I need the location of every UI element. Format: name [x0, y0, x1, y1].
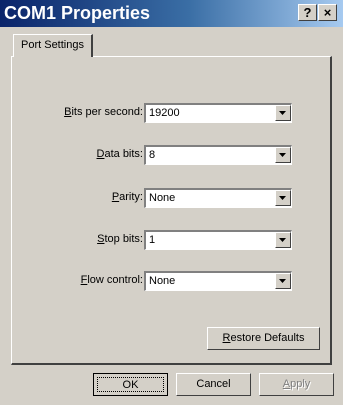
flow-control-select[interactable]: None	[144, 271, 292, 291]
bits-per-second-value: 19200	[149, 107, 180, 119]
help-button[interactable]: ?	[298, 4, 317, 21]
cancel-button[interactable]: Cancel	[176, 373, 251, 396]
dropdown-button[interactable]	[275, 105, 291, 121]
stop-bits-value: 1	[149, 234, 156, 246]
row-bits-per-second: Bits per second: 19200	[0, 103, 343, 123]
bits-per-second-label: Bits per second:	[64, 106, 143, 118]
flow-control-label: Flow control:	[80, 274, 143, 286]
data-bits-label: Data bits:	[96, 148, 143, 160]
parity-value: None	[149, 192, 176, 204]
row-parity: Parity: None	[0, 188, 343, 208]
ok-label: OK	[122, 379, 139, 391]
close-button[interactable]: ×	[318, 4, 337, 21]
bits-per-second-select[interactable]: 19200	[144, 103, 292, 123]
chevron-down-icon	[279, 279, 286, 283]
window-title: COM1 Properties	[4, 3, 151, 23]
dropdown-button[interactable]	[275, 232, 291, 248]
chevron-down-icon	[279, 196, 286, 200]
apply-button[interactable]: Apply	[259, 373, 334, 396]
dropdown-button[interactable]	[275, 190, 291, 206]
chevron-down-icon	[279, 111, 286, 115]
row-stop-bits: Stop bits: 1	[0, 230, 343, 250]
restore-defaults-button[interactable]: Restore Defaults	[207, 327, 320, 350]
ok-button[interactable]: OK	[93, 373, 168, 396]
cancel-label: Cancel	[196, 378, 231, 390]
parity-label: Parity:	[111, 191, 143, 203]
dropdown-button[interactable]	[275, 147, 291, 163]
title-bar: COM1 Properties ? ×	[0, 0, 343, 27]
flow-control-value: None	[149, 275, 176, 287]
stop-bits-label: Stop bits:	[97, 233, 143, 245]
apply-label: Apply	[282, 378, 311, 390]
data-bits-value: 8	[149, 149, 156, 161]
stop-bits-select[interactable]: 1	[144, 230, 292, 250]
row-flow-control: Flow control: None	[0, 271, 343, 291]
parity-select[interactable]: None	[144, 188, 292, 208]
chevron-down-icon	[279, 153, 286, 157]
dropdown-button[interactable]	[275, 273, 291, 289]
data-bits-select[interactable]: 8	[144, 145, 292, 165]
chevron-down-icon	[279, 238, 286, 242]
row-data-bits: Data bits: 8	[0, 145, 343, 165]
ok-focus-rect: OK	[97, 377, 164, 392]
tab-port-settings[interactable]: Port Settings	[13, 34, 93, 57]
restore-defaults-label: Restore Defaults	[222, 332, 305, 344]
